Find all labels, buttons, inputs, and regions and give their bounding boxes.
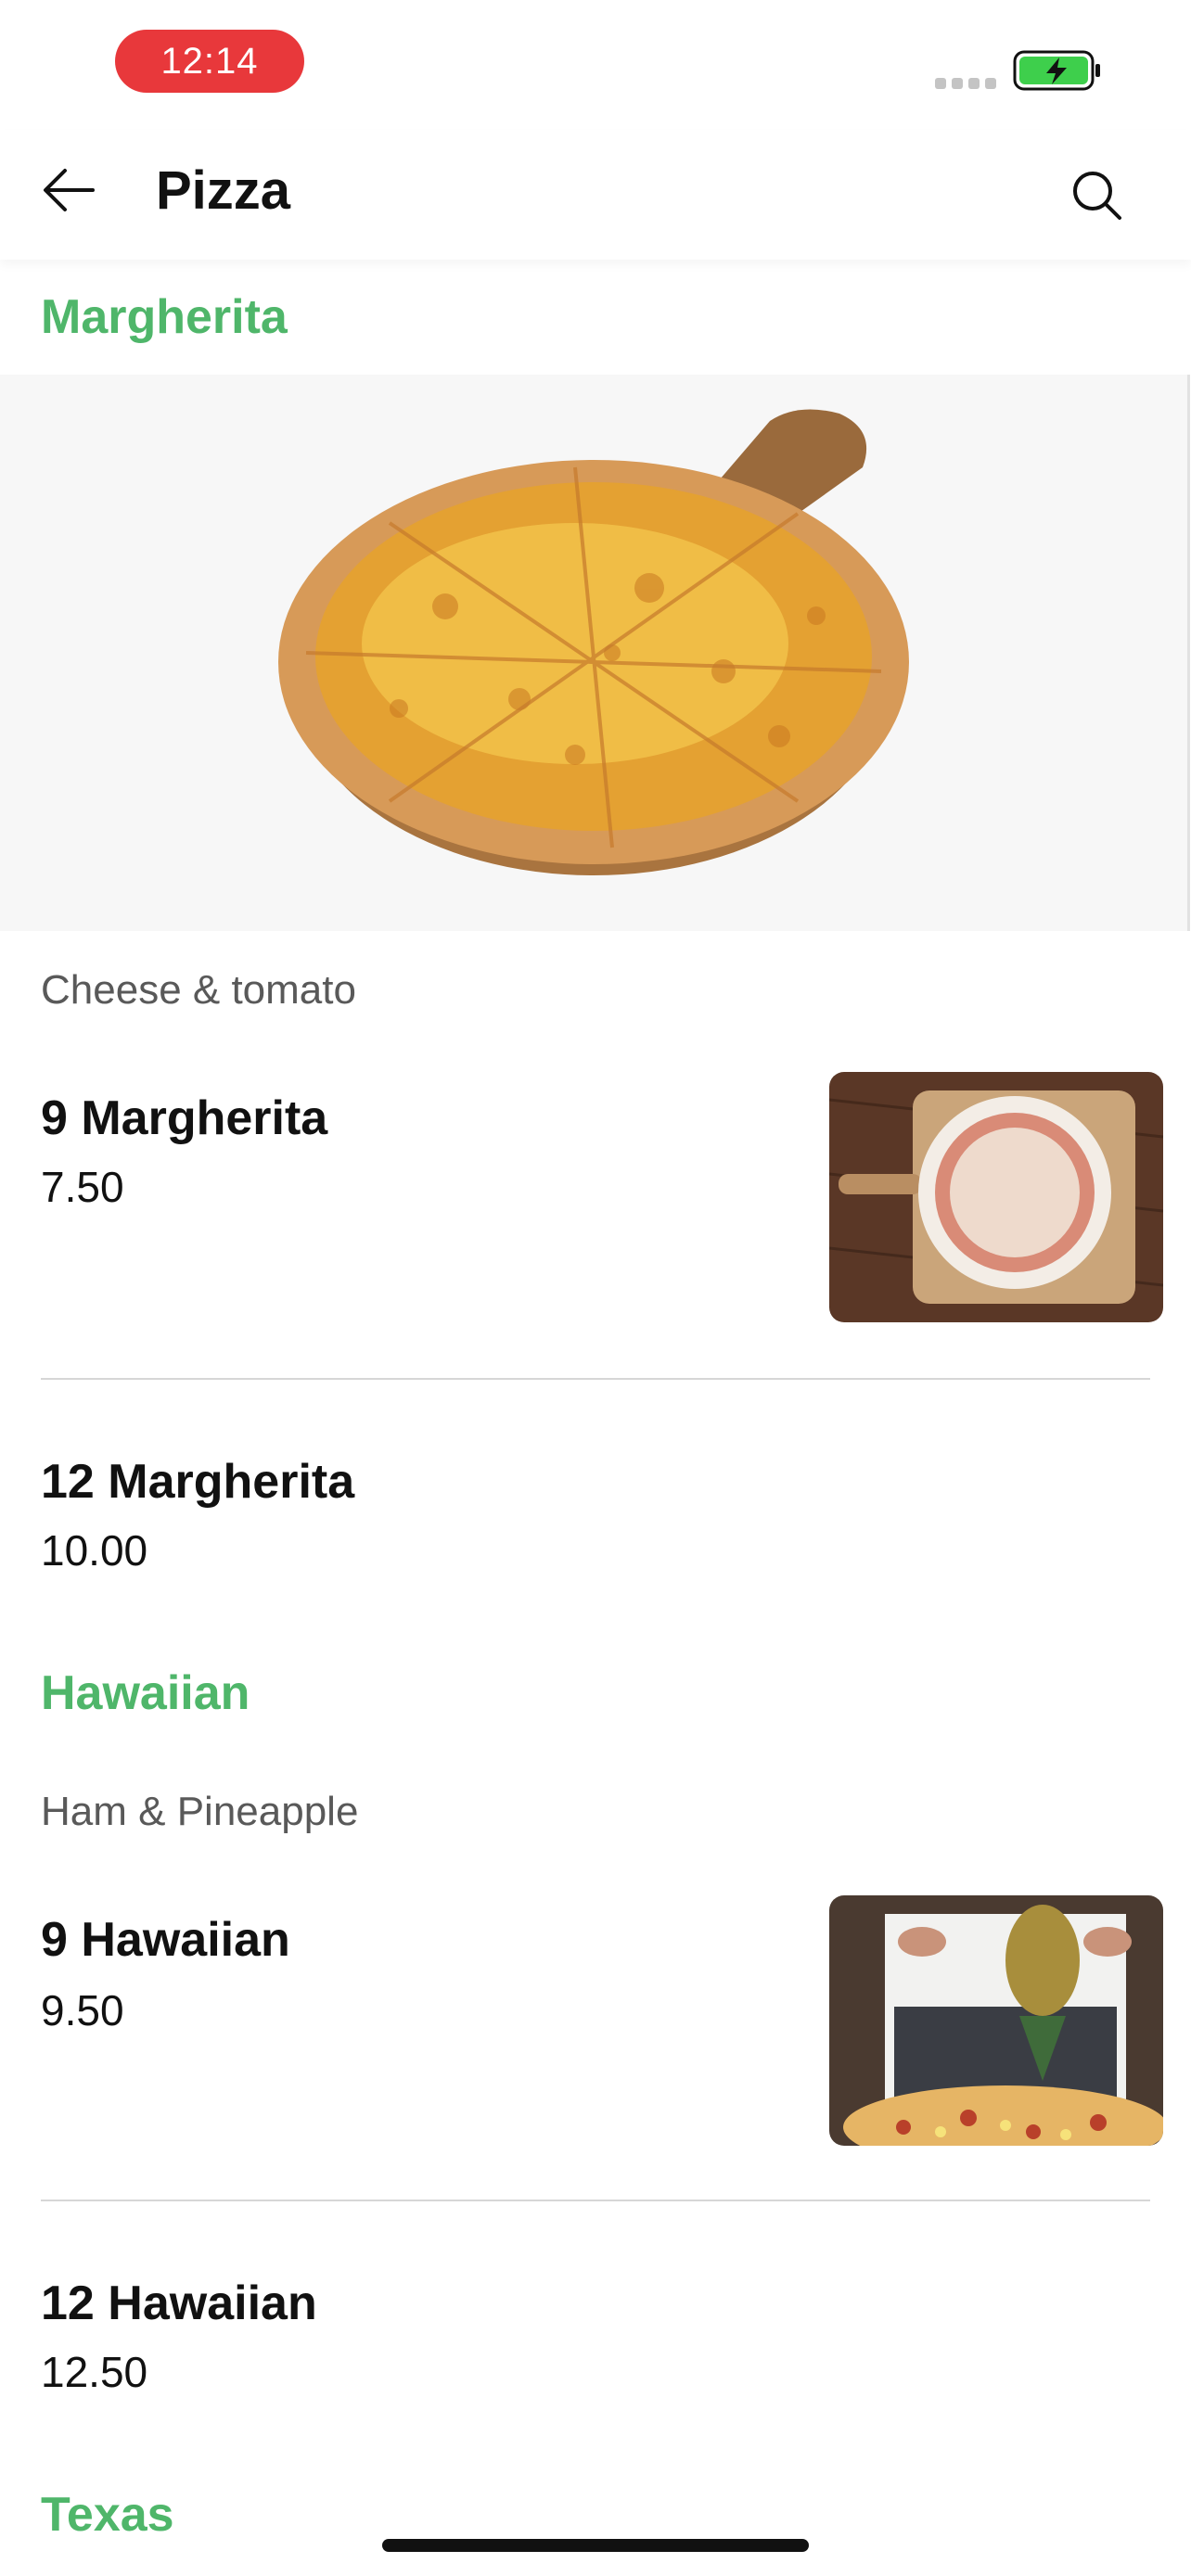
status-time: 12:14: [115, 30, 304, 93]
search-icon[interactable]: [1069, 167, 1124, 223]
item-name: 9 Margherita: [41, 1091, 328, 1145]
divider: [41, 2200, 1150, 2201]
item-name: 12 Margherita: [41, 1455, 355, 1509]
item-price: 12.50: [41, 2348, 148, 2396]
signal-icon: [935, 78, 998, 89]
section-title-texas: Texas: [41, 2488, 174, 2542]
item-name: 9 Hawaiian: [41, 1913, 290, 1967]
item-thumbnail-image: [829, 1072, 1163, 1322]
margherita-hero-image: [0, 375, 1190, 931]
app-header: Pizza: [0, 130, 1191, 260]
divider: [41, 1378, 1150, 1380]
battery-charging-icon: [1013, 50, 1100, 91]
item-price: 10.00: [41, 1526, 148, 1575]
item-name: 12 Hawaiian: [41, 2276, 317, 2330]
item-thumbnail-image: [829, 1895, 1163, 2146]
section-title-margherita: Margherita: [41, 290, 288, 344]
back-arrow-icon[interactable]: [41, 161, 98, 219]
section-description-margherita: Cheese & tomato: [41, 967, 356, 1013]
pizza-on-board-image: [278, 409, 909, 875]
section-description-hawaiian: Ham & Pineapple: [41, 1789, 359, 1834]
section-title-hawaiian: Hawaiian: [41, 1666, 250, 1720]
page-title: Pizza: [156, 160, 291, 221]
item-price: 7.50: [41, 1163, 124, 1211]
status-bar: 12:14: [0, 0, 1191, 130]
item-price: 9.50: [41, 1986, 124, 2034]
home-indicator[interactable]: [382, 2539, 809, 2552]
